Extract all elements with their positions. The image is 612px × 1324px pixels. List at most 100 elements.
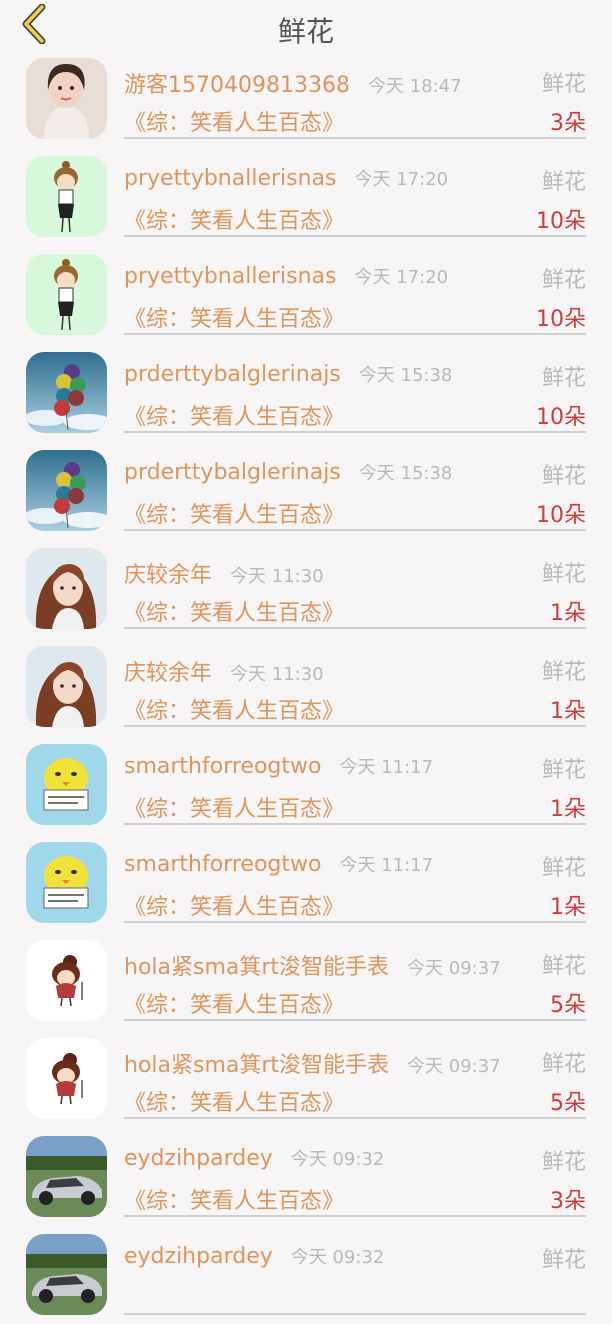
user-name-line: 游客1570409813368 今天 18:47: [124, 67, 462, 99]
user-name-line: pryettybnallerisnas 今天 17:20: [124, 165, 448, 191]
list-item[interactable]: hola紧sma箕rt浚智能手表 今天 09:37 鲜花 《综：笑看人生百态》 5…: [0, 932, 612, 1030]
gift-type: 鲜花: [541, 856, 586, 881]
user-name: hola紧sma箕rt浚智能手表: [124, 955, 390, 980]
list-item[interactable]: 庆较余年 今天 11:30 鲜花 《综：笑看人生百态》 1朵: [0, 638, 612, 736]
flower-count: 3朵: [550, 1189, 586, 1214]
user-name-line: pryettybnallerisnas 今天 17:20: [124, 263, 448, 289]
user-name: pryettybnallerisnas: [124, 264, 337, 289]
user-name-line: 庆较余年 今天 11:30: [124, 655, 324, 687]
flower-count: 3朵: [550, 111, 586, 136]
list-item[interactable]: 庆较余年 今天 11:30 鲜花 《综：笑看人生百态》 1朵: [0, 540, 612, 638]
list-item[interactable]: prderttybalglerinajs 今天 15:38 鲜花 《综：笑看人生百…: [0, 442, 612, 540]
timestamp: 今天 11:17: [339, 855, 434, 876]
user-name: 庆较余年: [124, 661, 213, 686]
gift-type: 鲜花: [541, 954, 586, 979]
timestamp: 今天 11:17: [339, 757, 434, 778]
timestamp: 今天 11:30: [230, 566, 324, 587]
user-name-line: smarthforreogtwo 今天 11:17: [124, 753, 433, 779]
book-title[interactable]: 《综：笑看人生百态》: [124, 791, 344, 823]
user-name: 庆较余年: [124, 563, 213, 588]
gift-type: 鲜花: [541, 562, 586, 587]
timestamp: 今天 17:20: [354, 169, 449, 190]
user-name: 游客1570409813368: [124, 73, 350, 98]
book-title[interactable]: 《综：笑看人生百态》: [124, 105, 344, 137]
book-title[interactable]: 《综：笑看人生百态》: [124, 595, 344, 627]
book-title[interactable]: 《综：笑看人生百态》: [124, 987, 344, 1019]
list-item[interactable]: prderttybalglerinajs 今天 15:38 鲜花 《综：笑看人生百…: [0, 344, 612, 442]
user-name-line: eydzihpardey 今天 09:32: [124, 1243, 384, 1269]
gift-type: 鲜花: [541, 1052, 586, 1077]
divider: [124, 725, 586, 727]
gift-type: 鲜花: [541, 170, 586, 195]
book-title[interactable]: 《综：笑看人生百态》: [124, 301, 344, 333]
user-name: smarthforreogtwo: [124, 754, 322, 779]
avatar[interactable]: [26, 548, 107, 629]
page-title: 鲜花: [277, 15, 334, 48]
list-item[interactable]: eydzihpardey 今天 09:32 鲜花 《综：笑看人生百态》 3朵: [0, 1128, 612, 1226]
user-name-line: eydzihpardey 今天 09:32: [124, 1145, 384, 1171]
divider: [124, 235, 586, 237]
gift-type: 鲜花: [541, 758, 586, 783]
user-name: prderttybalglerinajs: [124, 460, 341, 485]
list-item[interactable]: smarthforreogtwo 今天 11:17 鲜花 《综：笑看人生百态》 1…: [0, 834, 612, 932]
avatar[interactable]: [26, 58, 107, 139]
avatar[interactable]: [26, 156, 107, 237]
divider: [124, 1215, 586, 1217]
book-title[interactable]: 《综：笑看人生百态》: [124, 1183, 344, 1215]
user-name-line: prderttybalglerinajs 今天 15:38: [124, 361, 452, 387]
divider: [124, 921, 586, 923]
gift-type: 鲜花: [541, 366, 586, 391]
user-name: hola紧sma箕rt浚智能手表: [124, 1053, 390, 1078]
timestamp: 今天 15:38: [358, 365, 453, 386]
book-title[interactable]: 《综：笑看人生百态》: [124, 497, 344, 529]
book-title[interactable]: 《综：笑看人生百态》: [124, 889, 344, 921]
list-item[interactable]: pryettybnallerisnas 今天 17:20 鲜花 《综：笑看人生百态…: [0, 246, 612, 344]
flower-count: 5朵: [550, 1091, 586, 1116]
list-item[interactable]: pryettybnallerisnas 今天 17:20 鲜花 《综：笑看人生百态…: [0, 148, 612, 246]
flower-count: 1朵: [550, 699, 586, 724]
user-name: prderttybalglerinajs: [124, 362, 341, 387]
book-title[interactable]: 《综：笑看人生百态》: [124, 1085, 344, 1117]
book-title[interactable]: 《综：笑看人生百态》: [124, 693, 344, 725]
gift-type: 鲜花: [541, 464, 586, 489]
book-title[interactable]: 《综：笑看人生百态》: [124, 203, 344, 235]
divider: [124, 333, 586, 335]
list-item[interactable]: hola紧sma箕rt浚智能手表 今天 09:37 鲜花 《综：笑看人生百态》 5…: [0, 1030, 612, 1128]
avatar[interactable]: [26, 352, 107, 433]
avatar[interactable]: [26, 1136, 107, 1217]
flower-count: 5朵: [550, 993, 586, 1018]
divider: [124, 823, 586, 825]
user-name-line: hola紧sma箕rt浚智能手表 今天 09:37: [124, 949, 501, 981]
avatar[interactable]: [26, 254, 107, 335]
timestamp: 今天 09:32: [290, 1247, 385, 1268]
list-item[interactable]: 游客1570409813368 今天 18:47 鲜花 《综：笑看人生百态》 3朵: [0, 50, 612, 148]
flower-count: 1朵: [550, 797, 586, 822]
user-name: eydzihpardey: [124, 1244, 273, 1269]
divider: [124, 1313, 586, 1315]
list-item[interactable]: eydzihpardey 今天 09:32 鲜花: [0, 1226, 612, 1324]
flower-count: 10朵: [536, 405, 586, 430]
avatar[interactable]: [26, 940, 107, 1021]
avatar[interactable]: [26, 1038, 107, 1119]
avatar[interactable]: [26, 744, 107, 825]
user-name-line: hola紧sma箕rt浚智能手表 今天 09:37: [124, 1047, 501, 1079]
timestamp: 今天 09:32: [290, 1149, 385, 1170]
book-title[interactable]: 《综：笑看人生百态》: [124, 399, 344, 431]
timestamp: 今天 18:47: [367, 76, 462, 97]
top-bar: 鲜花: [0, 0, 612, 50]
gift-type: 鲜花: [541, 1248, 586, 1273]
gift-type: 鲜花: [541, 268, 586, 293]
divider: [124, 1019, 586, 1021]
user-name: eydzihpardey: [124, 1146, 273, 1171]
avatar[interactable]: [26, 646, 107, 727]
list-item[interactable]: smarthforreogtwo 今天 11:17 鲜花 《综：笑看人生百态》 1…: [0, 736, 612, 834]
timestamp: 今天 09:37: [407, 958, 501, 979]
divider: [124, 1117, 586, 1119]
user-name: pryettybnallerisnas: [124, 166, 337, 191]
avatar[interactable]: [26, 450, 107, 531]
avatar[interactable]: [26, 1234, 107, 1315]
divider: [124, 529, 586, 531]
divider: [124, 137, 586, 139]
avatar[interactable]: [26, 842, 107, 923]
user-name-line: smarthforreogtwo 今天 11:17: [124, 851, 433, 877]
